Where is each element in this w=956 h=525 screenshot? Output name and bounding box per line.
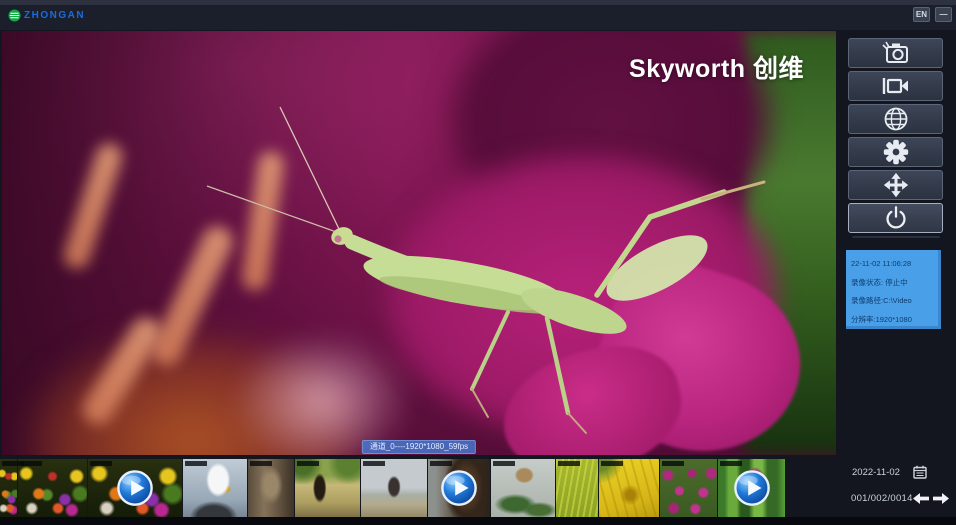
thumbnail-timestamp-label: [20, 461, 42, 466]
arrow-right-icon: [933, 493, 949, 504]
video-feed[interactable]: Skyworth 创维 通道_0----1920*1080_59fps: [2, 31, 836, 455]
thumbnail-timestamp-label: [250, 461, 272, 466]
snapshot-button[interactable]: [848, 38, 943, 68]
power-icon: [880, 203, 912, 233]
channel-info-badge: 通道_0----1920*1080_59fps: [362, 440, 476, 454]
logo-globe-icon: [8, 9, 21, 22]
power-button[interactable]: [848, 203, 943, 233]
video-thumbnail[interactable]: [18, 459, 87, 517]
video-thumbnail[interactable]: [660, 459, 717, 517]
video-thumbnail[interactable]: [491, 459, 555, 517]
logo-text: ZHONGAN: [24, 10, 85, 21]
app-logo: ZHONGAN: [8, 9, 85, 22]
frame-counter: 001/002/0014: [851, 493, 909, 504]
calendar-icon: [913, 465, 927, 479]
video-thumbnail[interactable]: [599, 459, 659, 517]
title-bar: ZHONGAN EN —: [0, 0, 956, 30]
mantis-figure: [2, 31, 836, 455]
resolution: 分辨率:1920*1080: [851, 311, 941, 330]
thumbnail-timestamp-label: [297, 461, 319, 466]
recording-status-panel: 22-11-02 11:06:28 录像状态: 停止中 录像路径:C:\Vide…: [846, 250, 941, 329]
network-button[interactable]: [848, 104, 943, 134]
video-thumbnail[interactable]: [248, 459, 294, 517]
thumbnail-timestamp-label: [493, 461, 515, 466]
pan-tilt-button[interactable]: [848, 170, 943, 200]
thumbnail-timestamp-label: [430, 461, 452, 466]
play-button-icon[interactable]: [116, 469, 154, 507]
sidebar-divider: [852, 236, 940, 238]
thumbnail-timestamp-label: [601, 461, 623, 466]
thumbnail-timestamp-label: [558, 461, 580, 466]
play-button-icon[interactable]: [440, 469, 478, 507]
arrow-left-icon: [913, 493, 929, 504]
video-watermark: Skyworth 创维: [629, 49, 804, 85]
record-button[interactable]: [848, 71, 943, 101]
gear-icon: [880, 137, 912, 167]
calendar-button[interactable]: [913, 465, 927, 479]
thumbnail-timestamp-label: [90, 461, 112, 466]
next-button[interactable]: [933, 493, 949, 504]
play-button-icon[interactable]: [733, 469, 771, 507]
status-timestamp: 22-11-02 11:06:28: [851, 255, 941, 274]
video-thumbnail[interactable]: [295, 459, 360, 517]
bottom-border: [0, 517, 956, 525]
video-thumbnail[interactable]: [88, 459, 182, 517]
video-thumbnail[interactable]: [361, 459, 427, 517]
app-window: ZHONGAN EN —: [0, 0, 956, 525]
tool-sidebar: [848, 38, 943, 244]
minimize-button[interactable]: —: [935, 7, 952, 22]
thumbnail-timestamp-label: [185, 461, 207, 466]
camera-icon: [880, 38, 912, 68]
video-thumbnail[interactable]: [428, 459, 490, 517]
video-camera-icon: [880, 71, 912, 101]
settings-button[interactable]: [848, 137, 943, 167]
video-thumbnail[interactable]: [556, 459, 598, 517]
date-value: 2022-11-02: [852, 467, 908, 478]
recording-path: 录像路径:C:\Video: [851, 292, 941, 311]
move-arrows-icon: [880, 170, 912, 200]
video-thumbnail[interactable]: [0, 459, 17, 517]
language-button[interactable]: EN: [913, 7, 930, 22]
globe-icon: [880, 104, 912, 134]
thumbnail-timestamp-label: [363, 461, 385, 466]
recording-state: 录像状态: 停止中: [851, 274, 941, 293]
thumbnail-timestamp-label: [720, 461, 742, 466]
video-thumbnail[interactable]: [718, 459, 785, 517]
playback-controls: 2022-11-02 001/002/0014: [845, 458, 953, 504]
video-thumbnail[interactable]: [183, 459, 247, 517]
thumbnail-timestamp-label: [662, 461, 684, 466]
thumbnail-strip: [0, 459, 785, 517]
previous-button[interactable]: [913, 493, 929, 504]
